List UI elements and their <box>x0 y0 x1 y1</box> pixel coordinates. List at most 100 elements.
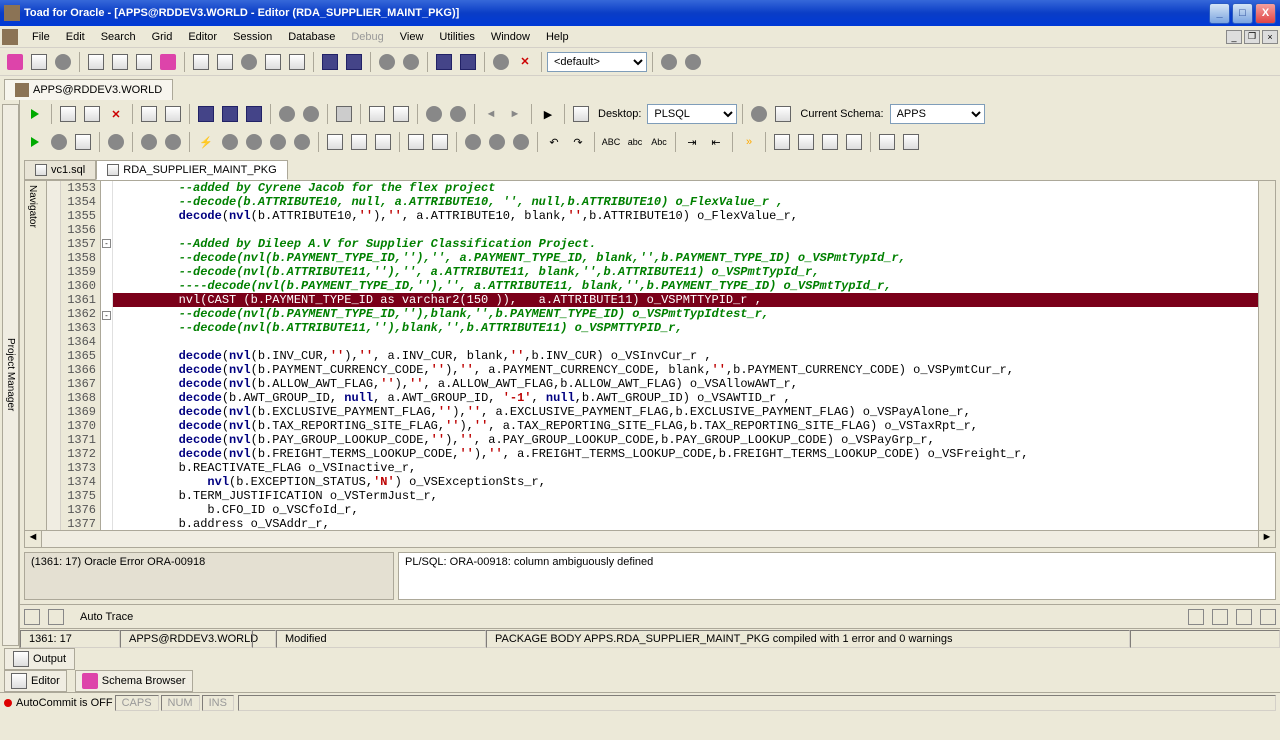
tb2-btn-16[interactable]: » <box>738 131 760 153</box>
reports-button[interactable] <box>286 51 308 73</box>
menu-edit[interactable]: Edit <box>58 29 93 45</box>
btab-icon-2[interactable] <box>1212 609 1228 625</box>
print-button[interactable] <box>333 103 355 125</box>
toolbar-btn-7[interactable] <box>366 103 388 125</box>
cut-button[interactable] <box>324 131 346 153</box>
menu-debug[interactable]: Debug <box>343 29 391 45</box>
save-file-button[interactable] <box>195 103 217 125</box>
nav-fwd-button[interactable] <box>504 103 526 125</box>
menu-window[interactable]: Window <box>483 29 538 45</box>
tb2-btn-9[interactable] <box>267 131 289 153</box>
close-button[interactable]: X <box>1255 3 1276 24</box>
mdi-minimize-button[interactable]: _ <box>1226 30 1242 44</box>
tb2-btn-6[interactable]: ⚡ <box>195 131 217 153</box>
tb2-btn-15[interactable] <box>510 131 532 153</box>
sql-editor-button[interactable] <box>85 51 107 73</box>
auto-trace-tab[interactable]: Auto Trace <box>72 609 141 625</box>
tune-button[interactable] <box>238 51 260 73</box>
menu-database[interactable]: Database <box>280 29 343 45</box>
tb2-btn-14[interactable] <box>486 131 508 153</box>
tb2-btn-18[interactable] <box>795 131 817 153</box>
toolbar-btn-5[interactable] <box>276 103 298 125</box>
save-button[interactable] <box>433 51 455 73</box>
menu-session[interactable]: Session <box>225 29 280 45</box>
tb2-btn-19[interactable] <box>819 131 841 153</box>
tb2-btn-1[interactable] <box>48 131 70 153</box>
maximize-button[interactable]: □ <box>1232 3 1253 24</box>
toolbar-btn-4[interactable] <box>162 103 184 125</box>
btab-icon-4[interactable] <box>1260 609 1276 625</box>
schema-icon[interactable] <box>748 103 770 125</box>
menu-utilities[interactable]: Utilities <box>431 29 482 45</box>
tb2-btn-17[interactable] <box>771 131 793 153</box>
outdent-button[interactable]: ⇤ <box>705 131 727 153</box>
editor-nav-button[interactable]: Editor <box>4 670 67 692</box>
case-abc-button[interactable]: ABC <box>600 131 622 153</box>
sql-modeler-button[interactable] <box>133 51 155 73</box>
load-button[interactable] <box>457 51 479 73</box>
tb2-btn-11[interactable] <box>405 131 427 153</box>
project-manager-tab[interactable]: Project Manager <box>2 104 19 646</box>
toolbar-btn-2[interactable] <box>81 103 103 125</box>
paste-button[interactable] <box>372 131 394 153</box>
menu-file[interactable]: File <box>24 29 58 45</box>
output-tab[interactable]: Output <box>4 648 75 670</box>
save-all-button[interactable] <box>243 103 265 125</box>
code-content[interactable]: --added by Cyrene Jacob for the flex pro… <box>113 181 1258 530</box>
tb2-btn-4[interactable] <box>138 131 160 153</box>
tb2-btn-2[interactable] <box>72 131 94 153</box>
run-button[interactable] <box>24 131 46 153</box>
debug-run-button[interactable] <box>376 51 398 73</box>
schema-desc-icon[interactable] <box>772 103 794 125</box>
toolbar-btn-8[interactable] <box>390 103 412 125</box>
misc-button[interactable] <box>682 51 704 73</box>
messages-tab-icon[interactable] <box>24 609 40 625</box>
run-script-button[interactable] <box>24 103 46 125</box>
file-tab-pkg[interactable]: RDA_SUPPLIER_MAINT_PKG <box>96 160 287 180</box>
commit-button[interactable] <box>319 51 341 73</box>
error-location[interactable]: (1361: 17) Oracle Error ORA-00918 <box>24 552 394 600</box>
explain-plan-button[interactable] <box>214 51 236 73</box>
tb2-btn-8[interactable] <box>243 131 265 153</box>
horizontal-scrollbar[interactable]: ◄ ► <box>24 531 1276 548</box>
tb2-btn-20[interactable] <box>843 131 865 153</box>
minimize-button[interactable]: _ <box>1209 3 1230 24</box>
toolbar-btn-9[interactable] <box>423 103 445 125</box>
toolbar-btn-1[interactable] <box>57 103 79 125</box>
menu-grid[interactable]: Grid <box>144 29 181 45</box>
code-editor[interactable]: Navigator 135313541355135613571358135913… <box>24 180 1276 531</box>
desktop-select[interactable]: PLSQL <box>647 104 737 124</box>
connection-tab[interactable]: APPS@RDDEV3.WORLD <box>4 79 173 100</box>
default-select[interactable]: <default> <box>547 52 647 72</box>
tb2-btn-10[interactable] <box>291 131 313 153</box>
toolbar-btn-10[interactable] <box>447 103 469 125</box>
tb2-btn-7[interactable] <box>219 131 241 153</box>
menu-view[interactable]: View <box>392 29 432 45</box>
tb2-btn-21[interactable] <box>876 131 898 153</box>
case-mixed-button[interactable]: Abc <box>648 131 670 153</box>
sessions-button[interactable] <box>157 51 179 73</box>
menu-help[interactable]: Help <box>538 29 577 45</box>
btab-icon-1[interactable] <box>1188 609 1204 625</box>
open-button[interactable] <box>28 51 50 73</box>
tb2-btn-22[interactable] <box>900 131 922 153</box>
case-lower-button[interactable]: abc <box>624 131 646 153</box>
indent-button[interactable]: ⇥ <box>681 131 703 153</box>
mdi-restore-button[interactable]: ❐ <box>1244 30 1260 44</box>
refresh-button[interactable] <box>52 51 74 73</box>
jump-button[interactable] <box>658 51 680 73</box>
schema-browser-nav-button[interactable]: Schema Browser <box>75 670 193 692</box>
copy-button[interactable] <box>348 131 370 153</box>
schema-select[interactable]: APPS <box>890 104 985 124</box>
new-connection-button[interactable] <box>4 51 26 73</box>
output-tab-icon[interactable] <box>48 609 64 625</box>
menu-editor[interactable]: Editor <box>180 29 225 45</box>
file-tab-vc1[interactable]: vc1.sql <box>24 160 96 180</box>
mdi-close-button[interactable]: × <box>1262 30 1278 44</box>
toolbar-btn-6[interactable] <box>300 103 322 125</box>
rollback-button[interactable] <box>343 51 365 73</box>
sga-button[interactable] <box>262 51 284 73</box>
menu-search[interactable]: Search <box>93 29 144 45</box>
schema-browser-button[interactable] <box>109 51 131 73</box>
vertical-scrollbar[interactable] <box>1258 181 1275 530</box>
